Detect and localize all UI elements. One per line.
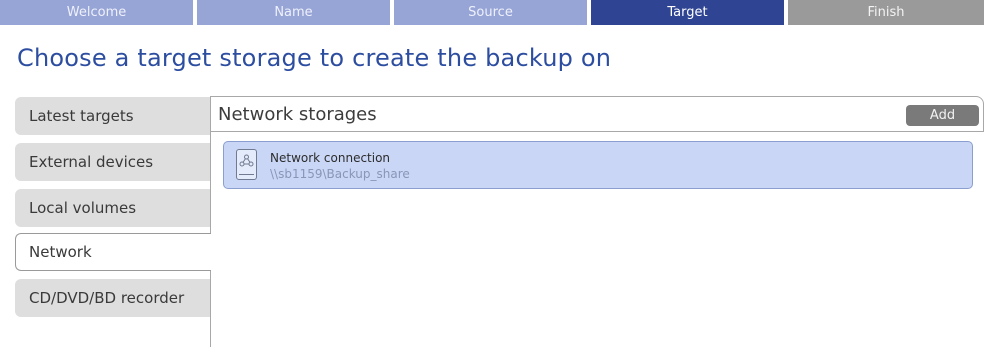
network-drive-icon: [236, 149, 257, 180]
panel-title: Network storages: [218, 104, 377, 125]
category-cd-dvd-bd-recorder[interactable]: CD/DVD/BD recorder: [15, 279, 210, 317]
step-target: Target: [591, 0, 784, 25]
add-button[interactable]: Add: [906, 105, 979, 126]
panel-header-divider: [210, 131, 984, 132]
storage-item-network-connection[interactable]: Network connection \\sb1159\Backup_share: [223, 141, 973, 189]
step-name: Name: [197, 0, 390, 25]
step-source: Source: [394, 0, 587, 25]
panel-left-border: [210, 96, 211, 347]
category-latest-targets[interactable]: Latest targets: [15, 97, 210, 135]
step-finish: Finish: [788, 0, 984, 25]
storage-item-name: Network connection: [270, 151, 391, 165]
page-title: Choose a target storage to create the ba…: [17, 44, 612, 72]
category-local-volumes[interactable]: Local volumes: [15, 189, 210, 227]
step-welcome: Welcome: [0, 0, 193, 25]
category-network[interactable]: Network: [15, 233, 211, 271]
category-external-devices[interactable]: External devices: [15, 143, 210, 181]
wizard-steps-bar: Welcome Name Source Target Finish: [0, 0, 984, 25]
storage-item-path: \\sb1159\Backup_share: [270, 167, 410, 181]
